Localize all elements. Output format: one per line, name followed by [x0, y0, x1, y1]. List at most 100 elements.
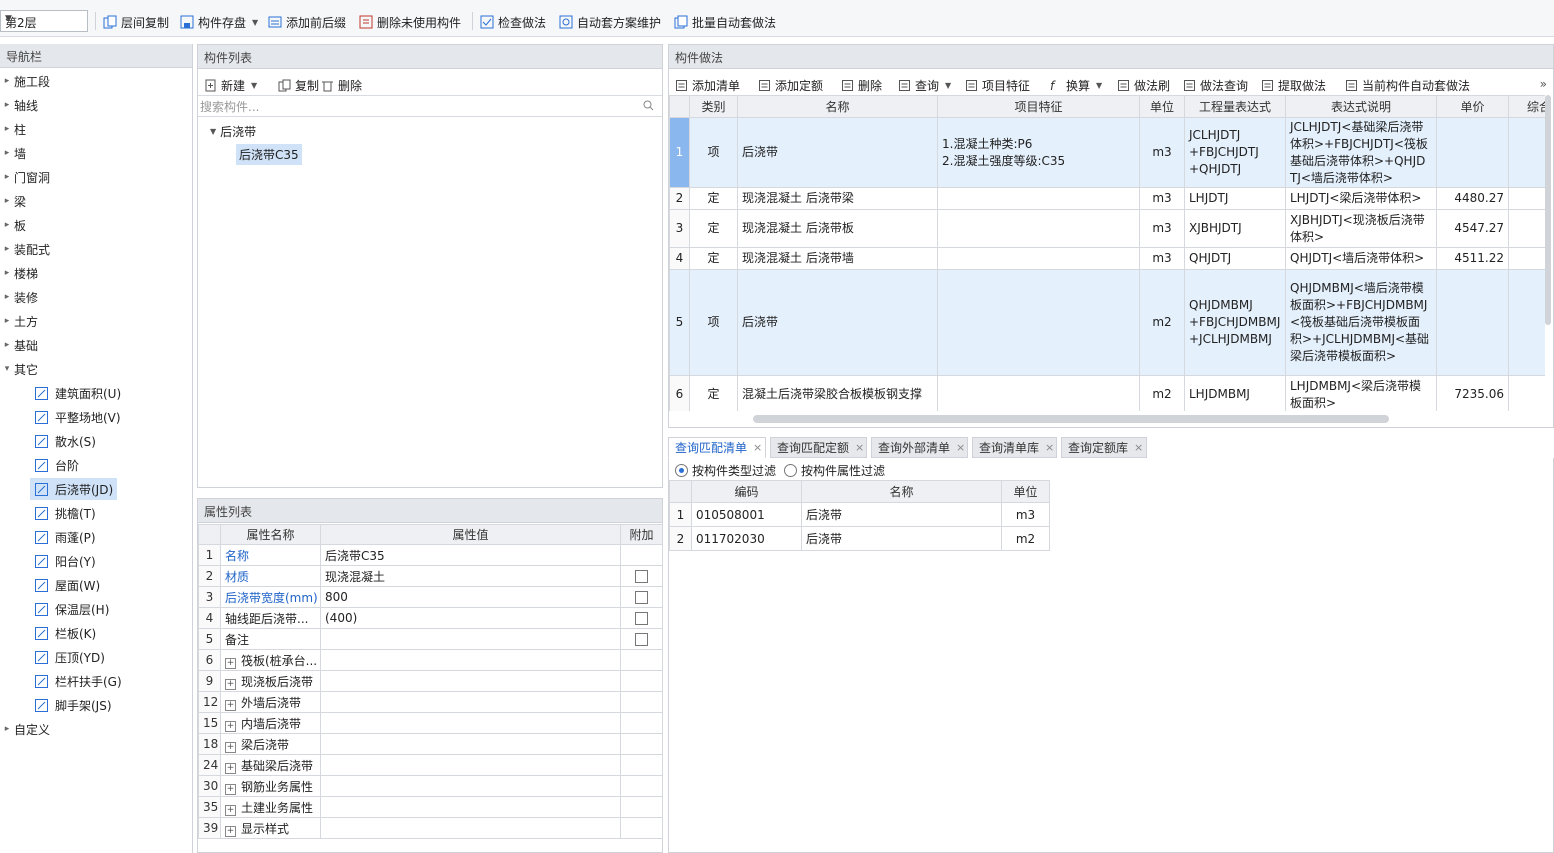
delete-component-button[interactable]: 删除: [321, 75, 362, 95]
method-feature[interactable]: 1.混凝土种类:P6 2.混凝土强度等级:C35: [937, 117, 1140, 188]
query-tab-4[interactable]: 查询定额库 ×: [1061, 437, 1147, 458]
query-row[interactable]: 2 011702030 后浇带 m2: [669, 526, 1050, 551]
method-expression[interactable]: LHJDMBMJ: [1184, 375, 1286, 411]
nav-sub-item-2[interactable]: 散水(S): [30, 430, 100, 452]
property-value[interactable]: [320, 754, 621, 776]
nav-item-5[interactable]: ▸ 梁: [0, 190, 26, 212]
property-value[interactable]: [320, 817, 621, 839]
method-expression[interactable]: QHJDMBMJ +FBJCHJDMBMJ +JCLHJDMBMJ: [1184, 269, 1286, 376]
property-value[interactable]: [320, 712, 621, 734]
property-value[interactable]: [320, 733, 621, 755]
delete-button[interactable]: 删除: [841, 75, 882, 95]
property-value[interactable]: 800: [320, 586, 621, 608]
method-name[interactable]: 后浇带: [737, 269, 938, 376]
method-expression[interactable]: XJBHJDTJ: [1184, 209, 1286, 248]
method-expression[interactable]: QHJDTJ: [1184, 247, 1286, 270]
nav-item-2[interactable]: ▸ 柱: [0, 118, 26, 140]
nav-sub-item-9[interactable]: 保温层(H): [30, 598, 113, 620]
method-feature[interactable]: [937, 187, 1140, 210]
property-row[interactable]: 4 轴线距后浇带... (400): [198, 607, 663, 629]
new-component-button[interactable]: 新建 ▼: [204, 75, 257, 95]
item-feature-button[interactable]: 项目特征: [965, 75, 1030, 95]
close-icon[interactable]: ×: [956, 441, 965, 454]
close-icon[interactable]: ×: [1045, 441, 1054, 454]
add-prefix-suffix-button[interactable]: 添加前后缀: [268, 12, 346, 32]
property-row[interactable]: 9 + 现浇板后浇带: [198, 670, 663, 692]
query-row[interactable]: 1 010508001 后浇带 m3: [669, 502, 1050, 527]
nav-item-custom[interactable]: ▸ 自定义: [0, 718, 50, 740]
nav-item-0[interactable]: ▸ 施工段: [0, 70, 50, 92]
nav-item-9[interactable]: ▸ 装修: [0, 286, 38, 308]
auto-current-button[interactable]: 当前构件自动套做法: [1345, 75, 1470, 95]
property-row[interactable]: 1 名称 后浇带C35: [198, 544, 663, 566]
copy-component-button[interactable]: 复制: [278, 75, 319, 95]
property-row[interactable]: 5 备注: [198, 628, 663, 650]
property-value[interactable]: [320, 691, 621, 713]
copy-between-floors-button[interactable]: 层间复制: [103, 12, 169, 32]
batch-auto-method-button[interactable]: 批量自动套做法: [674, 12, 776, 32]
extra-checkbox[interactable]: [635, 591, 648, 604]
nav-sub-item-8[interactable]: 屋面(W): [30, 574, 104, 596]
tree-node-child[interactable]: 后浇带C35: [236, 144, 302, 165]
delete-unused-button[interactable]: 删除未使用构件: [359, 12, 461, 32]
nav-sub-item-7[interactable]: 阳台(Y): [30, 550, 100, 572]
horizontal-scrollbar[interactable]: [753, 415, 1389, 423]
nav-item-6[interactable]: ▸ 板: [0, 214, 26, 236]
method-name[interactable]: 现浇混凝土 后浇带墙: [737, 247, 938, 270]
save-component-button[interactable]: 构件存盘 ▼: [180, 12, 258, 32]
property-row[interactable]: 24 + 基础梁后浇带: [198, 754, 663, 776]
nav-sub-item-4[interactable]: 后浇带(JD): [30, 478, 118, 500]
extra-checkbox[interactable]: [635, 633, 648, 646]
query-tab-0[interactable]: 查询匹配清单 ×: [668, 437, 766, 458]
add-quota-button[interactable]: 添加定额: [758, 75, 823, 95]
property-value[interactable]: [320, 670, 621, 692]
expand-plus-icon[interactable]: +: [225, 762, 236, 774]
property-row[interactable]: 6 + 筏板(桩承台...: [198, 649, 663, 671]
close-icon[interactable]: ×: [753, 441, 762, 454]
property-value[interactable]: [320, 649, 621, 671]
expand-plus-icon[interactable]: +: [225, 699, 236, 711]
nav-sub-item-10[interactable]: 栏板(K): [30, 622, 100, 644]
nav-sub-item-5[interactable]: 挑檐(T): [30, 502, 100, 524]
expand-plus-icon[interactable]: +: [225, 741, 236, 753]
query-tab-2[interactable]: 查询外部清单 ×: [871, 437, 968, 458]
floor-select[interactable]: 第2层 ▼: [0, 10, 88, 32]
query-button[interactable]: 查询 ▼: [898, 75, 951, 95]
method-row[interactable]: 3 定现浇混凝土 后浇带板 m3 XJBHJDTJ XJBHJDTJ<现浇板后浇带体积>…: [669, 209, 1545, 248]
method-row[interactable]: 5 项后浇带 m2 QHJDMBMJ +FBJCHJDMBMJ +JCLHJDMBMJ…: [669, 269, 1545, 376]
method-row[interactable]: 6 定混凝土后浇带梁胶合板模板钢支撑 m2 LHJDMBMJ LHJDMBMJ<梁后浇带…: [669, 375, 1545, 411]
method-query-button[interactable]: 做法查询: [1183, 75, 1248, 95]
nav-item-3[interactable]: ▸ 墙: [0, 142, 26, 164]
property-row[interactable]: 30 + 钢筋业务属性: [198, 775, 663, 797]
convert-button[interactable]: f 换算 ▼: [1049, 75, 1102, 95]
nav-sub-item-3[interactable]: 台阶: [30, 454, 83, 476]
expand-plus-icon[interactable]: +: [225, 825, 236, 837]
filter-by-type-radio[interactable]: 按构件类型过滤: [675, 462, 776, 479]
auto-scheme-maintain-button[interactable]: 自动套方案维护: [559, 12, 661, 32]
property-value[interactable]: 现浇混凝土: [320, 565, 621, 587]
method-row[interactable]: 1 项后浇带 1.混凝土种类:P6 2.混凝土强度等级:C35 m3 JCLHJDTJ …: [669, 117, 1545, 188]
property-value[interactable]: [320, 628, 621, 650]
component-search-input[interactable]: 搜索构件...: [198, 95, 662, 117]
property-row[interactable]: 35 + 土建业务属性: [198, 796, 663, 818]
property-row[interactable]: 3 后浇带宽度(mm) 800: [198, 586, 663, 608]
nav-sub-item-13[interactable]: 脚手架(JS): [30, 694, 116, 716]
nav-sub-item-6[interactable]: 雨蓬(P): [30, 526, 100, 548]
query-tab-1[interactable]: 查询匹配定额 ×: [770, 437, 867, 458]
expand-plus-icon[interactable]: +: [225, 783, 236, 795]
method-feature[interactable]: [937, 247, 1140, 270]
method-name[interactable]: 现浇混凝土 后浇带梁: [737, 187, 938, 210]
nav-item-7[interactable]: ▸ 装配式: [0, 238, 50, 260]
method-feature[interactable]: [937, 375, 1140, 411]
nav-sub-item-0[interactable]: 建筑面积(U): [30, 382, 125, 404]
extract-method-button[interactable]: 提取做法: [1261, 75, 1326, 95]
method-feature[interactable]: [937, 269, 1140, 376]
method-name[interactable]: 现浇混凝土 后浇带板: [737, 209, 938, 248]
method-expression[interactable]: LHJDTJ: [1184, 187, 1286, 210]
expand-plus-icon[interactable]: +: [225, 678, 236, 690]
nav-sub-item-1[interactable]: 平整场地(V): [30, 406, 125, 428]
property-row[interactable]: 18 + 梁后浇带: [198, 733, 663, 755]
property-value[interactable]: [320, 775, 621, 797]
nav-item-12[interactable]: ▾ 其它: [0, 358, 38, 380]
property-value[interactable]: [320, 796, 621, 818]
